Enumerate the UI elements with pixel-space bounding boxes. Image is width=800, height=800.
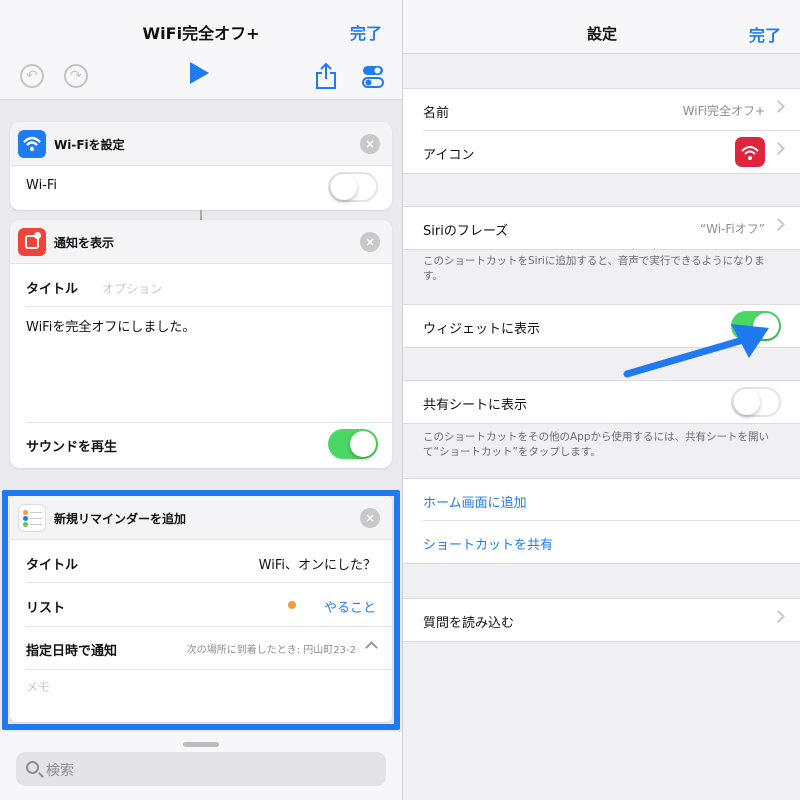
sound-row: サウンドを再生 (26, 436, 376, 455)
name-cell[interactable]: 名前 WiFi完全オフ+ (403, 89, 800, 131)
search-placeholder: 検索 (46, 763, 74, 779)
import-group: 質問を読み込む (403, 598, 800, 642)
add-to-home-cell[interactable]: ホーム画面に追加 (403, 479, 800, 521)
pointer-arrow-icon (623, 324, 769, 378)
share-note: このショートカットをその他のAppから使用するには、共有シートを開いて“ショート… (423, 431, 770, 458)
remove-action-icon[interactable]: × (360, 134, 380, 154)
shortcut-title: WiFi完全オフ+ (142, 24, 260, 43)
card-title: 通知を表示 (54, 236, 115, 250)
action-set-wifi: Wi-Fiを設定 × Wi-Fi (10, 122, 392, 210)
add-to-home-link[interactable]: ホーム画面に追加 (423, 492, 527, 511)
share-sheet-label: 共有シートに表示 (423, 398, 528, 413)
undo-icon[interactable]: ↶ (20, 64, 44, 88)
share-shortcut-link[interactable]: ショートカットを共有 (423, 534, 553, 553)
settings-navbar: 設定 完了 (403, 0, 800, 54)
card-header: 通知を表示 × (10, 220, 392, 264)
share-sheet-toggle[interactable] (731, 387, 781, 417)
play-icon[interactable] (190, 62, 209, 84)
chevron-right-icon (772, 218, 785, 231)
chevron-right-icon (772, 610, 785, 623)
title-placeholder: オプション (102, 282, 163, 296)
redo-icon[interactable]: ↷ (64, 64, 88, 88)
wifi-toggle[interactable] (328, 172, 378, 202)
highlight-frame (2, 490, 400, 730)
share-icon[interactable] (314, 62, 338, 90)
settings-title: 設定 (586, 25, 617, 43)
settings-panel: 設定 完了 名前 WiFi完全オフ+ アイコン Siriのフレーズ “Wi-Fi… (402, 0, 800, 800)
notification-title-row[interactable]: タイトル オプション (26, 278, 376, 297)
search-input[interactable]: 検索 (16, 752, 386, 786)
actions-group: ホーム画面に追加 ショートカットを共有 (403, 478, 800, 564)
wifi-label: Wi-Fi (26, 178, 58, 193)
siri-cell[interactable]: Siriのフレーズ “Wi-Fiオフ” (403, 207, 800, 249)
siri-group: Siriのフレーズ “Wi-Fiオフ” (403, 206, 800, 250)
chevron-right-icon (772, 100, 785, 113)
sheet-grabber[interactable] (183, 742, 219, 747)
wifi-row: Wi-Fi (26, 178, 376, 193)
card-title: Wi-Fiを設定 (54, 138, 125, 152)
settings-toggles-icon[interactable] (362, 64, 384, 90)
settings-done-button[interactable]: 完了 (749, 22, 781, 46)
shortcut-editor: WiFi完全オフ+ 完了 ↶ ↷ Wi-Fiを設定 × Wi-Fi 通知を表示 … (0, 0, 402, 800)
sound-toggle[interactable] (328, 429, 378, 459)
icon-label: アイコン (423, 148, 475, 163)
share-shortcut-cell[interactable]: ショートカットを共有 (403, 521, 800, 563)
name-icon-group: 名前 WiFi完全オフ+ アイコン (403, 88, 800, 174)
done-button[interactable]: 完了 (350, 20, 382, 44)
connector-line (200, 210, 202, 220)
name-value: WiFi完全オフ+ (682, 104, 765, 118)
widget-label: ウィジェットに表示 (423, 322, 541, 337)
sound-label: サウンドを再生 (26, 440, 118, 455)
wifi-icon (18, 130, 46, 158)
notification-body[interactable]: WiFiを完全オフにしました。 (26, 316, 376, 335)
card-header: Wi-Fiを設定 × (10, 122, 392, 166)
actions-sheet: 検索 (0, 732, 402, 800)
editor-navbar: WiFi完全オフ+ 完了 ↶ ↷ (0, 0, 402, 100)
remove-action-icon[interactable]: × (360, 232, 380, 252)
siri-label: Siriのフレーズ (423, 224, 509, 239)
shortcut-app-icon (735, 137, 765, 167)
icon-cell[interactable]: アイコン (403, 131, 800, 173)
import-questions-cell[interactable]: 質問を読み込む (403, 599, 800, 641)
name-label: 名前 (423, 106, 450, 121)
chevron-right-icon (772, 142, 785, 155)
action-show-notification: 通知を表示 × タイトル オプション WiFiを完全オフにしました。 サウンドを… (10, 220, 392, 468)
title-label: タイトル (26, 282, 79, 297)
import-questions-label: 質問を読み込む (423, 616, 515, 631)
notification-icon (18, 228, 46, 256)
siri-value: “Wi-Fiオフ” (699, 222, 765, 236)
search-icon (26, 761, 39, 774)
siri-note: このショートカットをSiriに追加すると、音声で実行できるようになります。 (423, 255, 765, 282)
